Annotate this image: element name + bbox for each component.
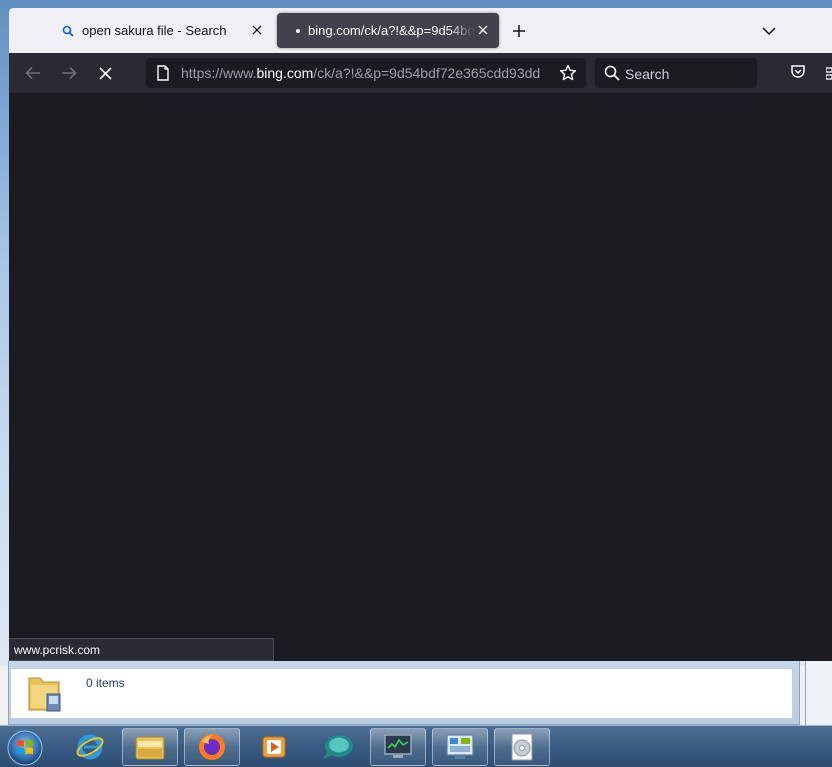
stop-button[interactable] bbox=[93, 61, 117, 85]
page-icon bbox=[156, 65, 170, 85]
cd-setup-icon bbox=[511, 733, 533, 761]
task-manager-icon bbox=[384, 734, 412, 758]
search-icon bbox=[62, 25, 74, 37]
plus-icon bbox=[513, 25, 525, 37]
url-text[interactable]: https://www.bing.com/ck/a?!&&p=9d54bdf72… bbox=[181, 65, 551, 83]
media-player-icon bbox=[262, 736, 286, 758]
arrow-left-icon bbox=[25, 66, 40, 80]
navigation-toolbar: https://www.bing.com/ck/a?!&&p=9d54bdf72… bbox=[9, 53, 832, 93]
taskbar-file-explorer[interactable] bbox=[122, 728, 178, 766]
internet-explorer-icon bbox=[76, 734, 104, 760]
taskbar-task-manager[interactable] bbox=[370, 728, 426, 766]
search-placeholder: Search bbox=[625, 66, 670, 82]
firefox-window: open sakura file - Search bing.com/ck/a?… bbox=[9, 8, 832, 661]
explorer-details-pane bbox=[10, 668, 793, 719]
background-window-edge bbox=[805, 661, 832, 725]
item-count: 0 items bbox=[86, 676, 125, 690]
tab-search[interactable]: open sakura file - Search bbox=[9, 13, 275, 48]
pocket-icon[interactable] bbox=[790, 64, 806, 84]
close-tab-icon[interactable] bbox=[249, 22, 265, 38]
file-explorer-icon bbox=[135, 736, 165, 760]
windows-start-orb-icon bbox=[7, 730, 43, 766]
status-bar: www.pcrisk.com bbox=[9, 638, 274, 661]
extensions-icon[interactable] bbox=[825, 66, 832, 85]
tab-strip: open sakura file - Search bing.com/ck/a?… bbox=[9, 8, 832, 53]
new-tab-button[interactable] bbox=[509, 21, 529, 41]
forward-button[interactable] bbox=[57, 61, 81, 85]
back-button[interactable] bbox=[21, 61, 45, 85]
firefox-icon bbox=[199, 734, 225, 760]
taskbar-chat-app[interactable] bbox=[310, 728, 366, 766]
taskbar-firefox[interactable] bbox=[184, 728, 240, 766]
control-panel-icon bbox=[446, 734, 474, 759]
url-domain: bing.com bbox=[256, 65, 314, 81]
tab-title: bing.com/ck/a?!&&p=9d54bdf72e365cdd93dd bbox=[308, 23, 474, 38]
list-all-tabs-button[interactable] bbox=[759, 21, 779, 41]
taskbar bbox=[0, 725, 832, 767]
start-button[interactable] bbox=[5, 728, 45, 767]
taskbar-control-panel[interactable] bbox=[432, 728, 488, 766]
tab-title: open sakura file - Search bbox=[82, 23, 227, 38]
chat-app-icon bbox=[323, 735, 353, 759]
folder-icon bbox=[27, 672, 63, 720]
search-icon bbox=[604, 65, 620, 85]
arrow-right-icon bbox=[62, 66, 77, 80]
url-path: /ck/a?!&&p=9d54bdf72e365cdd93dd bbox=[313, 65, 541, 81]
close-tab-icon[interactable] bbox=[475, 22, 491, 38]
chevron-down-icon bbox=[762, 27, 776, 35]
loading-dot-icon bbox=[296, 28, 300, 33]
taskbar-cd-setup[interactable] bbox=[494, 728, 550, 766]
address-bar[interactable]: https://www.bing.com/ck/a?!&&p=9d54bdf72… bbox=[146, 58, 586, 88]
taskbar-internet-explorer[interactable] bbox=[62, 728, 118, 766]
page-content bbox=[9, 93, 832, 661]
tab-bing-redirect[interactable]: bing.com/ck/a?!&&p=9d54bdf72e365cdd93dd bbox=[277, 13, 499, 48]
url-prefix: https://www. bbox=[181, 65, 257, 81]
star-icon[interactable] bbox=[559, 64, 577, 86]
search-bar[interactable]: Search bbox=[595, 58, 757, 88]
taskbar-media-player[interactable] bbox=[246, 728, 302, 766]
close-icon bbox=[98, 66, 112, 80]
